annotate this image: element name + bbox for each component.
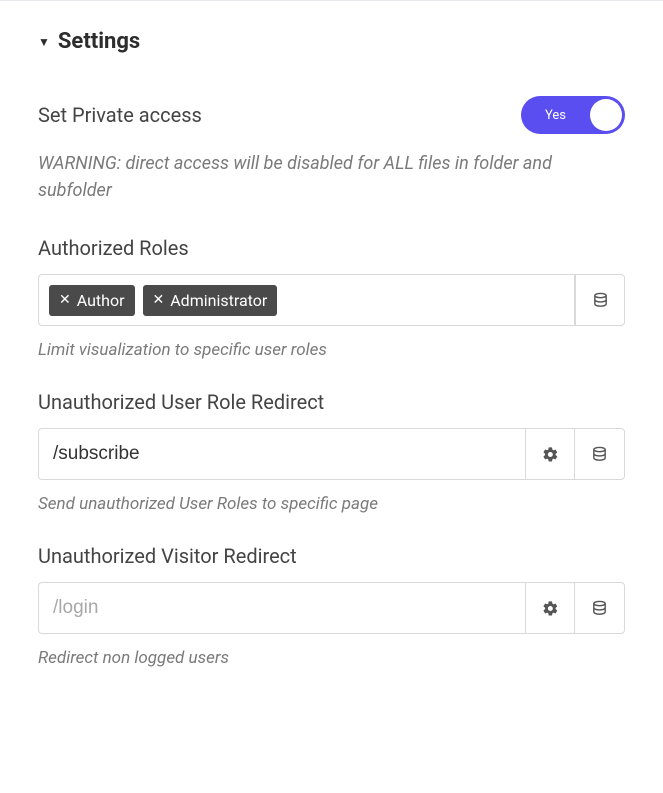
role-redirect-input[interactable]: [38, 428, 525, 480]
section-title: Settings: [58, 29, 140, 54]
roles-data-button[interactable]: [575, 274, 625, 326]
visitor-redirect-data-button[interactable]: [575, 582, 625, 634]
database-icon: [591, 600, 608, 617]
remove-tag-icon[interactable]: ✕: [59, 292, 71, 308]
role-redirect-data-button[interactable]: [575, 428, 625, 480]
visitor-redirect-help: Redirect non logged users: [38, 648, 625, 668]
role-redirect-help: Send unauthorized User Roles to specific…: [38, 494, 625, 514]
collapse-caret-icon: ▼: [38, 35, 50, 49]
database-icon: [592, 292, 609, 309]
role-redirect-settings-button[interactable]: [525, 428, 575, 480]
visitor-redirect-input[interactable]: [38, 582, 525, 634]
role-tag-label: Author: [77, 291, 125, 310]
private-access-warning: WARNING: direct access will be disabled …: [38, 150, 625, 204]
toggle-knob: [590, 99, 622, 131]
authorized-roles-help: Limit visualization to specific user rol…: [38, 340, 625, 360]
authorized-roles-label: Authorized Roles: [38, 236, 625, 260]
gear-icon: [542, 600, 559, 617]
database-icon: [591, 446, 608, 463]
role-redirect-label: Unauthorized User Role Redirect: [38, 390, 625, 414]
private-access-toggle[interactable]: Yes: [521, 96, 625, 134]
role-tag: ✕ Author: [49, 285, 135, 316]
private-access-label: Set Private access: [38, 103, 202, 127]
visitor-redirect-label: Unauthorized Visitor Redirect: [38, 544, 625, 568]
remove-tag-icon[interactable]: ✕: [153, 292, 165, 308]
gear-icon: [542, 446, 559, 463]
visitor-redirect-settings-button[interactable]: [525, 582, 575, 634]
authorized-roles-input[interactable]: ✕ Author ✕ Administrator: [38, 274, 575, 326]
role-tag: ✕ Administrator: [143, 285, 278, 316]
role-tag-label: Administrator: [170, 291, 267, 310]
toggle-on-label: Yes: [545, 108, 566, 123]
settings-section-header[interactable]: ▼ Settings: [38, 29, 625, 54]
